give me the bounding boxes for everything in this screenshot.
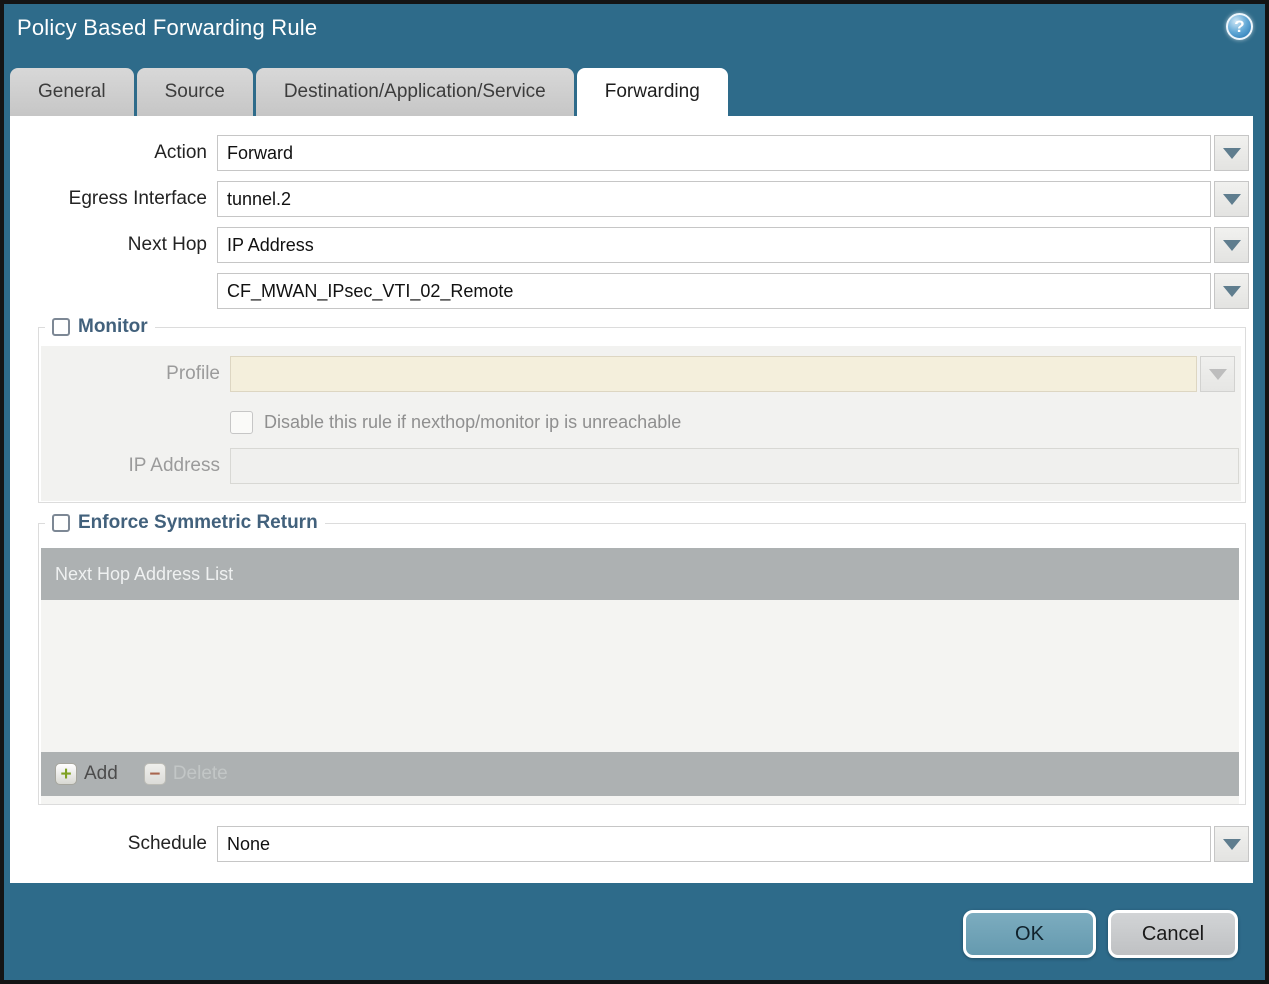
plus-icon: + bbox=[55, 763, 77, 785]
monitor-ip-row: IP Address bbox=[41, 448, 1239, 484]
schedule-label: Schedule bbox=[127, 833, 207, 854]
action-select[interactable]: Forward bbox=[217, 135, 1211, 171]
action-row: Action Forward bbox=[10, 135, 1249, 171]
help-icon[interactable]: ? bbox=[1226, 13, 1253, 40]
delete-button: − Delete bbox=[143, 763, 228, 785]
chevron-down-icon bbox=[1222, 147, 1241, 159]
next-hop-address-select[interactable]: CF_MWAN_IPsec_VTI_02_Remote bbox=[217, 273, 1211, 309]
symmetric-return-section: Enforce Symmetric Return Next Hop Addres… bbox=[38, 512, 1246, 805]
egress-interface-label: Egress Interface bbox=[68, 188, 207, 209]
next-hop-type-select[interactable]: IP Address bbox=[217, 227, 1211, 263]
profile-dropdown-button bbox=[1200, 356, 1235, 392]
symmetric-return-checkbox[interactable] bbox=[52, 514, 70, 532]
disable-rule-checkbox bbox=[230, 410, 253, 434]
policy-forwarding-dialog: Policy Based Forwarding Rule ? General S… bbox=[0, 0, 1269, 984]
next-hop-address-list-table: Next Hop Address List + Add − Delete bbox=[41, 548, 1239, 804]
action-dropdown-button[interactable] bbox=[1214, 135, 1249, 171]
tab-bar: General Source Destination/Application/S… bbox=[10, 68, 728, 116]
chevron-down-icon bbox=[1222, 193, 1241, 205]
profile-row: Profile bbox=[41, 356, 1235, 392]
chevron-down-icon bbox=[1222, 285, 1241, 297]
chevron-down-icon bbox=[1222, 838, 1241, 850]
minus-icon: − bbox=[143, 763, 166, 785]
monitor-legend: Monitor bbox=[45, 316, 155, 338]
disable-rule-row: Disable this rule if nexthop/monitor ip … bbox=[230, 404, 681, 440]
next-hop-dropdown-button[interactable] bbox=[1214, 227, 1249, 263]
schedule-select[interactable]: None bbox=[217, 826, 1211, 862]
disable-rule-label: Disable this rule if nexthop/monitor ip … bbox=[264, 411, 682, 432]
cancel-button[interactable]: Cancel bbox=[1108, 910, 1238, 958]
profile-label: Profile bbox=[166, 363, 220, 384]
table-footer: + Add − Delete bbox=[41, 752, 1239, 796]
monitor-checkbox[interactable] bbox=[52, 318, 70, 336]
egress-interface-select[interactable]: tunnel.2 bbox=[217, 181, 1211, 217]
egress-interface-row: Egress Interface tunnel.2 bbox=[10, 181, 1249, 217]
chevron-down-icon bbox=[1208, 368, 1227, 380]
tab-general[interactable]: General bbox=[10, 68, 134, 116]
table-header: Next Hop Address List bbox=[41, 548, 1239, 600]
tab-content-panel: Action Forward Egress Interface tunnel.2… bbox=[10, 116, 1253, 883]
monitor-title: Monitor bbox=[78, 316, 148, 337]
monitor-ip-input bbox=[230, 448, 1239, 484]
monitor-section: Monitor Profile Disable this rule if nex… bbox=[38, 316, 1246, 503]
tab-forwarding[interactable]: Forwarding bbox=[576, 68, 728, 116]
table-body-empty[interactable] bbox=[41, 600, 1239, 752]
dialog-title: Policy Based Forwarding Rule bbox=[17, 15, 318, 40]
chevron-down-icon bbox=[1222, 239, 1241, 251]
symmetric-return-title: Enforce Symmetric Return bbox=[78, 512, 318, 533]
ok-button[interactable]: OK bbox=[963, 910, 1096, 958]
add-button[interactable]: + Add bbox=[55, 763, 118, 785]
next-hop-label: Next Hop bbox=[127, 234, 207, 255]
monitor-panel: Profile Disable this rule if nexthop/mon… bbox=[41, 346, 1241, 501]
next-hop-row: Next Hop IP Address bbox=[10, 227, 1249, 263]
symmetric-return-legend: Enforce Symmetric Return bbox=[45, 512, 325, 534]
next-hop-address-row: CF_MWAN_IPsec_VTI_02_Remote bbox=[10, 273, 1249, 309]
tab-source[interactable]: Source bbox=[136, 68, 253, 116]
profile-select bbox=[230, 356, 1197, 392]
monitor-ip-label: IP Address bbox=[128, 455, 220, 476]
schedule-dropdown-button[interactable] bbox=[1214, 826, 1249, 862]
delete-button-label: Delete bbox=[172, 763, 228, 784]
schedule-row: Schedule None bbox=[10, 826, 1249, 862]
add-button-label: Add bbox=[84, 763, 118, 784]
tab-destination-application-service[interactable]: Destination/Application/Service bbox=[255, 68, 574, 116]
next-hop-address-dropdown-button[interactable] bbox=[1214, 273, 1249, 309]
table-bottom-strip bbox=[41, 796, 1239, 804]
action-label: Action bbox=[154, 142, 207, 163]
egress-interface-dropdown-button[interactable] bbox=[1214, 181, 1249, 217]
